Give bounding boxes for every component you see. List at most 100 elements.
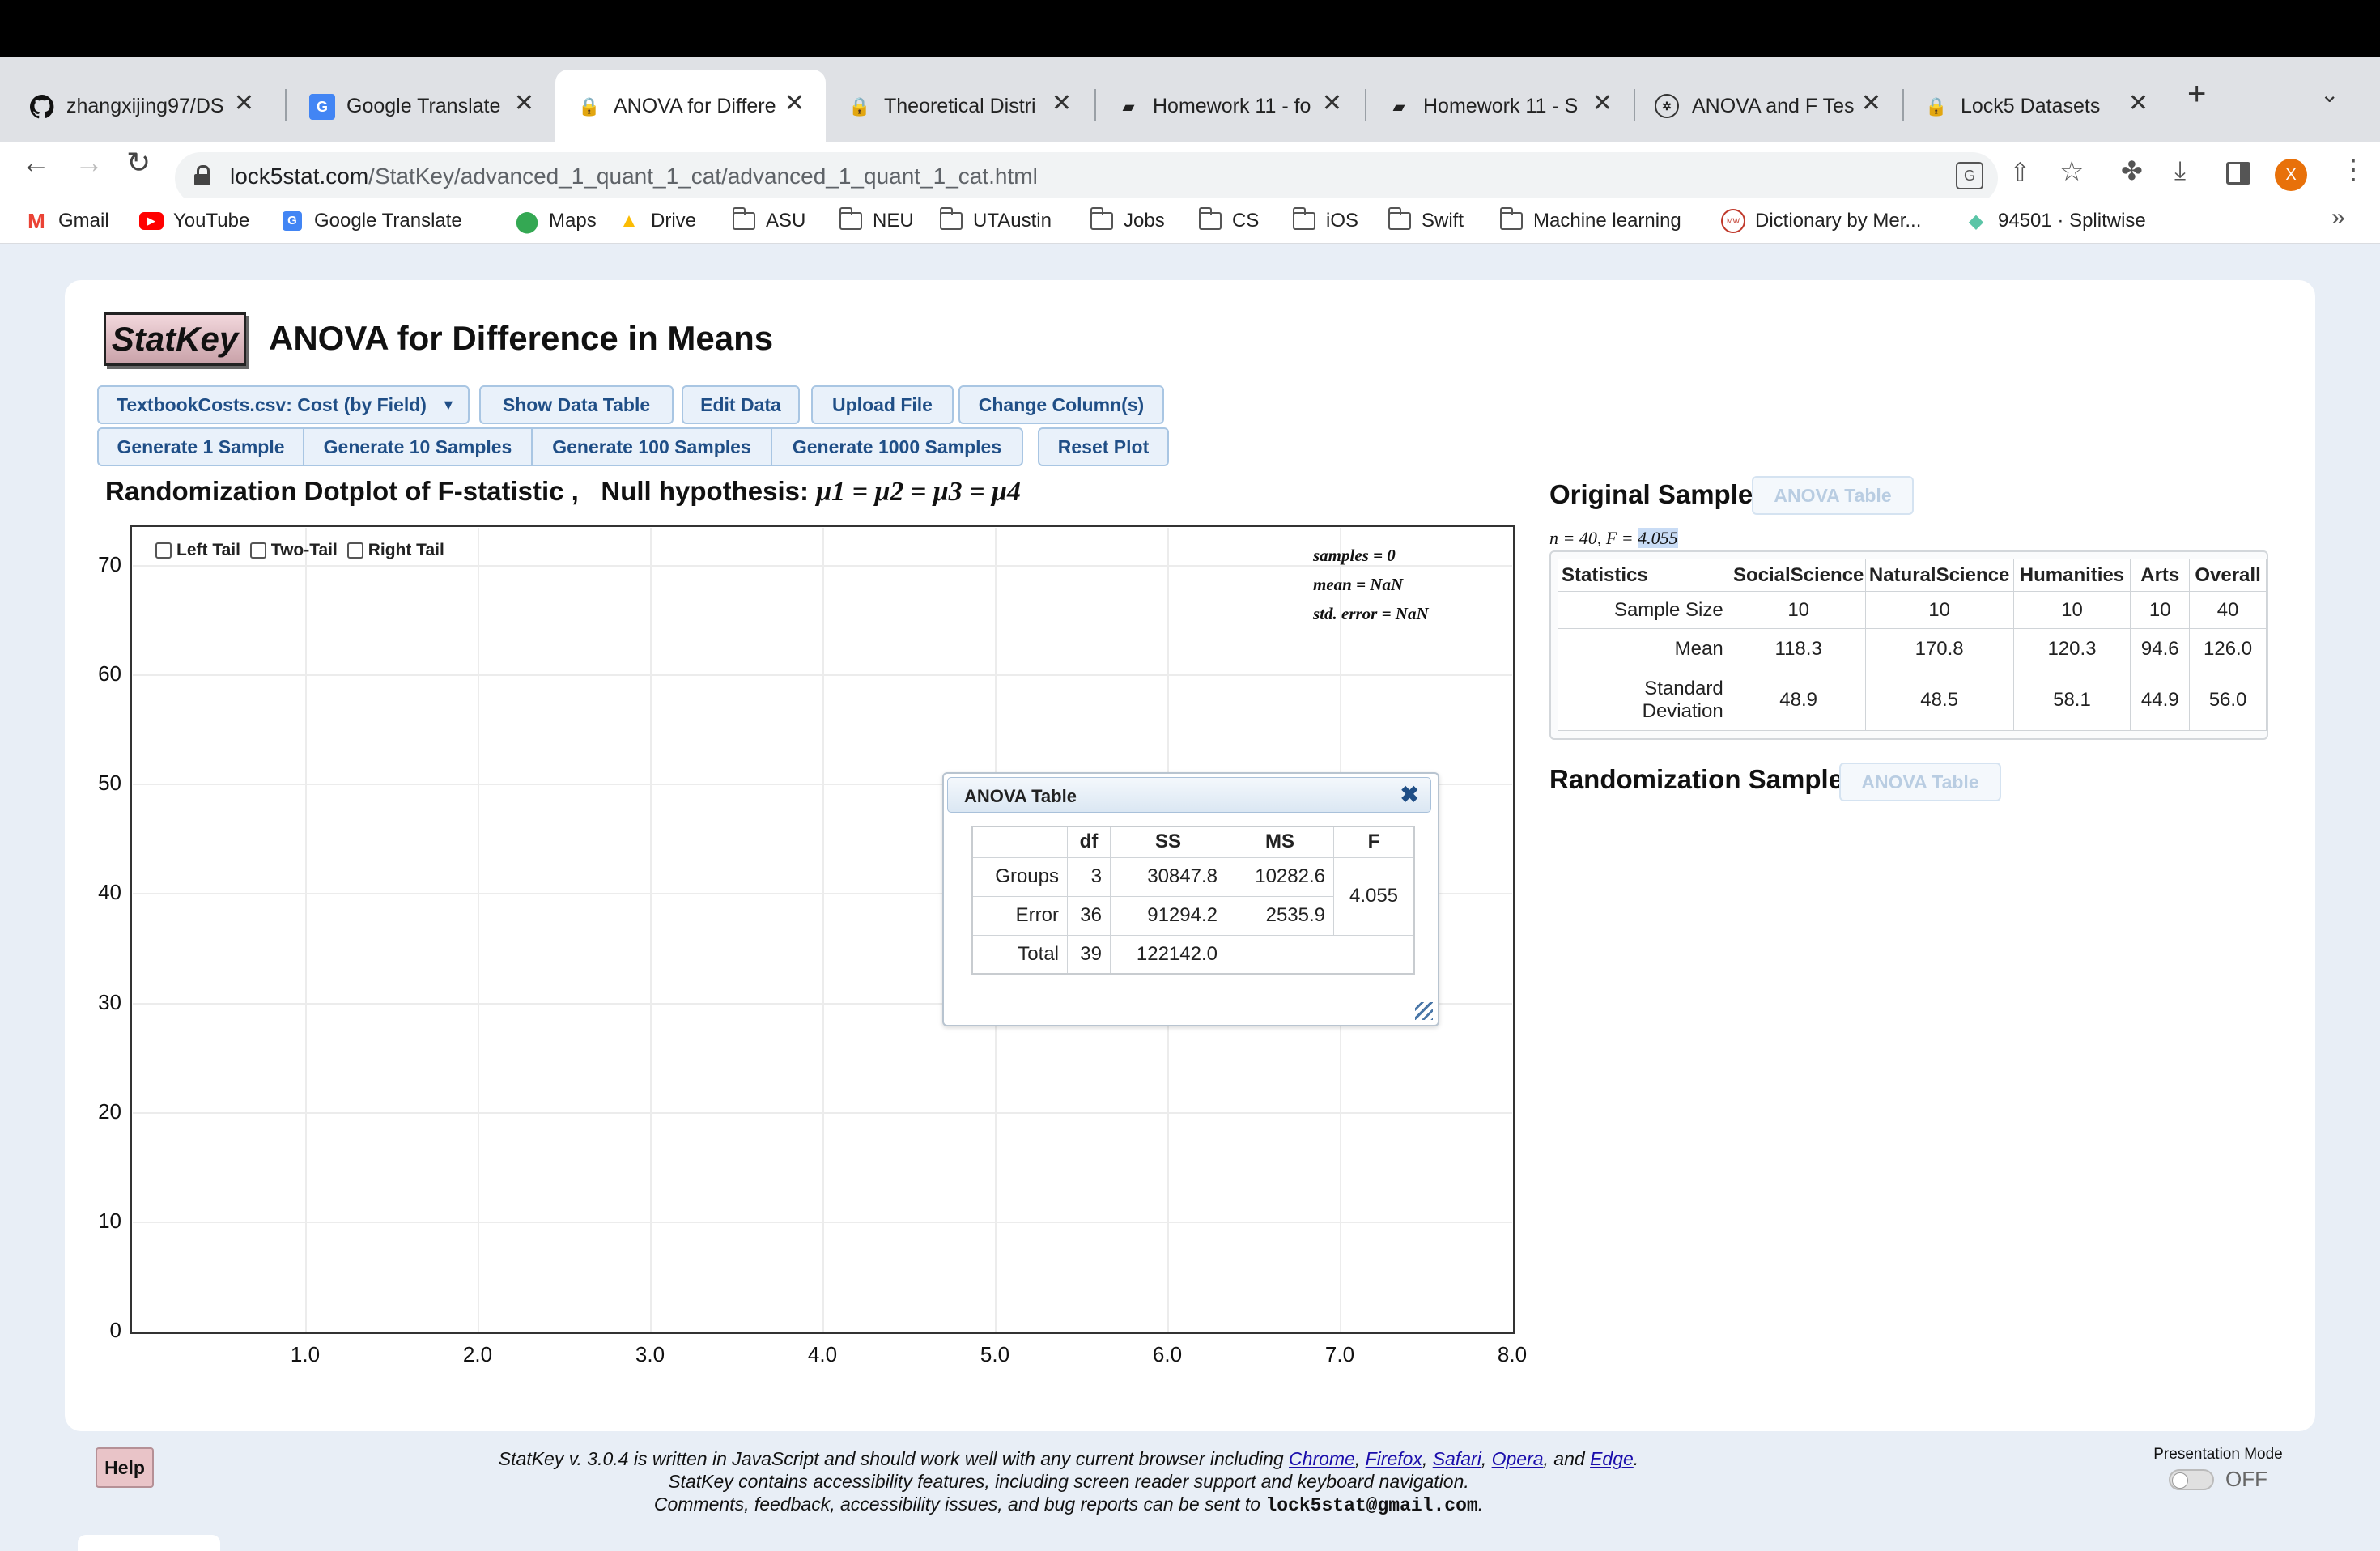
bookmark-maps[interactable]: ⬤ Maps [515, 206, 596, 236]
url-text[interactable]: lock5stat.com/StatKey/advanced_1_quant_1… [230, 164, 1038, 189]
translate-page-icon[interactable]: G [1956, 162, 1983, 189]
plot-title: Randomization Dotplot of F-statistic , N… [105, 476, 1021, 508]
anova-dialog[interactable]: ANOVA Table ✖ df SS MS F Groups 3 30847.… [942, 772, 1439, 1026]
anova-cell: Error [971, 895, 1068, 936]
bookmark-star-icon[interactable]: ☆ [2059, 155, 2084, 188]
close-tab-icon[interactable]: ✕ [1861, 89, 1881, 117]
bookmark-neu[interactable]: NEU [839, 206, 914, 236]
sample-mean: mean = NaN [1313, 575, 1404, 594]
bookmark-machine-learning[interactable]: Machine learning [1499, 206, 1681, 236]
grid-line-vertical [305, 528, 307, 1332]
generate-10-samples-button[interactable]: Generate 10 Samples [303, 427, 533, 466]
two-tail-checkbox[interactable] [249, 542, 266, 559]
close-tab-icon[interactable]: ✕ [2128, 89, 2148, 117]
folder-icon [939, 207, 963, 232]
bookmark-gmail[interactable]: M Gmail [24, 206, 109, 236]
bookmark-dictionary-by-mer[interactable]: MW Dictionary by Mer... [1721, 206, 1921, 236]
browser-tab[interactable]: ▰ Homework 11 - fo ✕ [1094, 70, 1363, 142]
bookmark-utaustin[interactable]: UTAustin [939, 206, 1052, 236]
menu-kebab-icon[interactable]: ⋮ [2340, 154, 2367, 186]
safari-link[interactable]: Safari [1433, 1448, 1481, 1469]
dataset-select[interactable]: TextbookCosts.csv: Cost (by Field) ▼ [97, 385, 470, 424]
statkey-logo[interactable]: StatKey [104, 312, 246, 366]
opera-link[interactable]: Opera [1492, 1448, 1544, 1469]
close-tab-icon[interactable]: ✕ [1052, 89, 1072, 117]
back-arrow-icon[interactable]: ← [21, 146, 50, 180]
new-tab-plus-icon[interactable]: + [2187, 76, 2206, 113]
close-tab-icon[interactable]: ✕ [784, 89, 805, 117]
firefox-link[interactable]: Firefox [1366, 1448, 1422, 1469]
presentation-mode-toggle[interactable] [2169, 1468, 2214, 1490]
resize-handle-icon[interactable] [1415, 1002, 1433, 1020]
bookmark-swift[interactable]: Swift [1388, 206, 1464, 236]
stats-row: Standard Deviation 48.9 48.5 58.1 44.9 5… [1558, 669, 2267, 731]
upload-file-button[interactable]: Upload File [811, 385, 954, 424]
bookmark-ios[interactable]: iOS [1292, 206, 1358, 236]
stats-cell: 10 [1731, 591, 1866, 629]
footer-line-1: StatKey v. 3.0.4 is written in JavaScrip… [498, 1448, 1639, 1469]
original-anova-table-button[interactable]: ANOVA Table [1752, 476, 1914, 515]
browser-tab[interactable]: ▰ Homework 11 - S ✕ [1365, 70, 1634, 142]
bookmark-jobs[interactable]: Jobs [1090, 206, 1165, 236]
browser-tab[interactable]: G Google Translate ✕ [288, 70, 555, 142]
statistics-table: Statistics SocialScience NaturalScience … [1558, 559, 2267, 731]
randomization-anova-table-button[interactable]: ANOVA Table [1839, 763, 2001, 801]
edge-link[interactable]: Edge [1590, 1448, 1634, 1469]
browser-tab[interactable]: zhangxijing97/DS ✕ [8, 70, 275, 142]
google-translate-icon: G [309, 94, 335, 120]
bookmark-94501-splitwise[interactable]: ◆ 94501 · Splitwise [1964, 206, 2146, 236]
generate-100-samples-button[interactable]: Generate 100 Samples [531, 427, 772, 466]
sample-summary: samples = 0 mean = NaN std. error = NaN [1313, 541, 1429, 628]
anova-header-cell: SS [1110, 826, 1226, 858]
close-icon[interactable]: ✖ [1400, 781, 1419, 808]
reload-icon[interactable]: ↻ [126, 146, 151, 180]
profile-avatar[interactable]: X [2275, 159, 2307, 191]
stats-header-cell: Overall [2189, 559, 2267, 592]
browser-tab[interactable]: 🔒 Theoretical Distri ✕ [826, 70, 1093, 142]
show-data-table-button[interactable]: Show Data Table [479, 385, 674, 424]
close-tab-icon[interactable]: ✕ [234, 89, 254, 117]
download-icon[interactable]: ⤓ [2174, 155, 2186, 186]
more-bookmarks-icon[interactable]: » [2331, 204, 2345, 232]
left-tail-checkbox[interactable] [155, 542, 172, 559]
lock-icon[interactable] [194, 165, 210, 185]
help-button[interactable]: Help [96, 1447, 154, 1488]
change-columns-button[interactable]: Change Column(s) [958, 385, 1164, 424]
edit-data-button[interactable]: Edit Data [682, 385, 800, 424]
browser-tab[interactable]: 🔒 Lock5 Datasets ✕ [1902, 70, 2170, 142]
share-icon[interactable]: ⇧ [2009, 157, 2031, 188]
close-tab-icon[interactable]: ✕ [514, 89, 534, 117]
folder-icon [732, 207, 756, 232]
forward-arrow-icon[interactable]: → [74, 146, 104, 180]
browser-tab-active[interactable]: 🔒 ANOVA for Differe ✕ [555, 70, 826, 142]
anova-cell: 2535.9 [1226, 895, 1334, 936]
x-tick-label: 6.0 [1152, 1342, 1183, 1366]
bookmark-youtube[interactable]: ▶ YouTube [139, 206, 249, 236]
right-tail-checkbox[interactable] [346, 542, 363, 559]
right-tail-label: Right Tail [368, 541, 444, 559]
extensions-puzzle-icon[interactable]: ✤ [2121, 155, 2143, 186]
generate-1-sample-button[interactable]: Generate 1 Sample [97, 427, 304, 466]
bookmark-cs[interactable]: CS [1198, 206, 1259, 236]
tab-search-chevron-icon[interactable]: ⌄ [2320, 81, 2339, 108]
bookmark-asu[interactable]: ASU [732, 206, 805, 236]
bookmark-label: Jobs [1124, 210, 1165, 232]
bookmark-label: 94501 · Splitwise [1998, 210, 2146, 232]
browser-tab[interactable]: ✲ ANOVA and F Tes ✕ [1634, 70, 1902, 142]
close-tab-icon[interactable]: ✕ [1322, 89, 1342, 117]
generate-1000-samples-button[interactable]: Generate 1000 Samples [771, 427, 1023, 466]
tab-strip: zhangxijing97/DS ✕ G Google Translate ✕ … [0, 57, 2380, 142]
close-tab-icon[interactable]: ✕ [1592, 89, 1613, 117]
bookmark-google-translate[interactable]: G Google Translate [280, 206, 462, 236]
lock5-icon: 🔒 [848, 96, 871, 117]
stats-cell: 126.0 [2189, 628, 2267, 669]
reset-plot-button[interactable]: Reset Plot [1038, 427, 1169, 466]
x-tick-label: 8.0 [1497, 1342, 1528, 1366]
anova-dialog-titlebar[interactable]: ANOVA Table ✖ [947, 777, 1431, 813]
grid-line-vertical [822, 528, 824, 1332]
page-title: ANOVA for Difference in Means [269, 319, 774, 357]
side-panel-icon[interactable] [2226, 162, 2250, 185]
bookmark-drive[interactable]: ▲ Drive [617, 206, 696, 236]
chrome-link[interactable]: Chrome [1289, 1448, 1355, 1469]
anova-cell: 10282.6 [1226, 856, 1334, 897]
